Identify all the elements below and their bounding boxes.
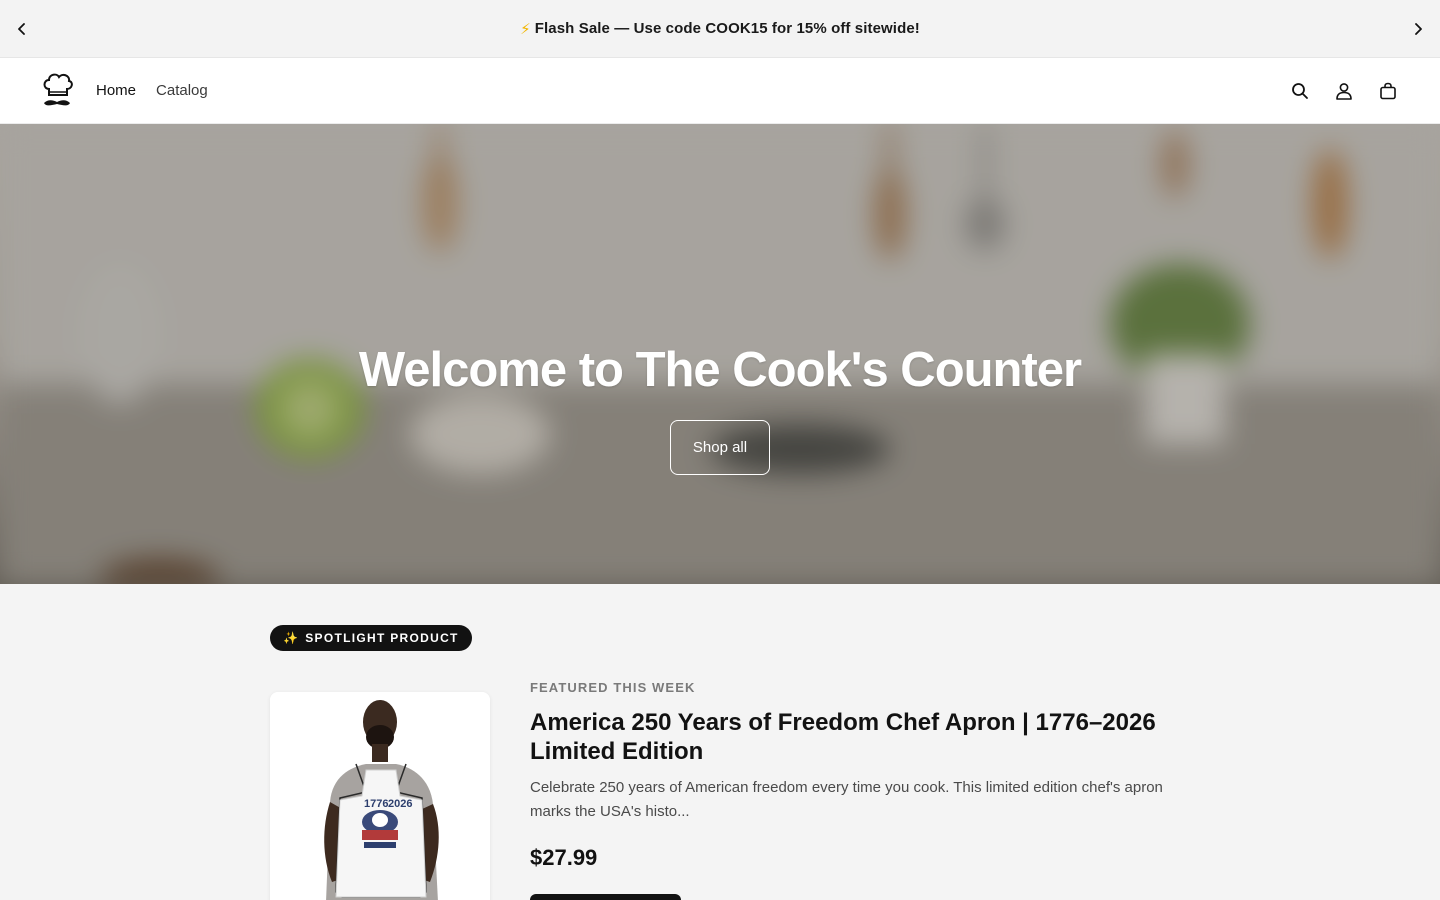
lightning-bolt-icon: ⚡ xyxy=(520,20,531,38)
shop-all-button[interactable]: Shop all xyxy=(670,419,770,475)
chevron-right-icon[interactable] xyxy=(1408,19,1428,39)
product-title[interactable]: America 250 Years of Freedom Chef Apron … xyxy=(530,708,1190,766)
nav-home[interactable]: Home xyxy=(96,82,136,99)
product-image: 1776 2026 xyxy=(270,692,490,900)
main-nav: Home Catalog xyxy=(96,82,208,99)
spotlight-row: 1776 2026 FEATURED THIS WEEK America 250… xyxy=(270,680,1440,900)
featured-eyebrow: FEATURED THIS WEEK xyxy=(530,680,696,695)
sparkles-icon: ✨ xyxy=(283,631,300,645)
svg-text:1776: 1776 xyxy=(364,798,388,810)
spotlight-section: ✨ SPOTLIGHT PRODUCT 1776 2026 FEATURED T… xyxy=(0,584,1440,900)
spotlight-badge-label: SPOTLIGHT PRODUCT xyxy=(305,631,459,645)
cart-icon[interactable] xyxy=(1376,79,1400,103)
header-icons xyxy=(1288,79,1400,103)
hero-title: Welcome to The Cook's Counter xyxy=(358,342,1082,397)
chef-hat-logo-icon[interactable] xyxy=(40,71,74,111)
announcement-text: Flash Sale — Use code COOK15 for 15% off… xyxy=(534,20,920,37)
account-icon[interactable] xyxy=(1332,79,1356,103)
product-price: $27.99 xyxy=(530,845,598,870)
announcement-bar: ⚡ Flash Sale — Use code COOK15 for 15% o… xyxy=(0,0,1440,58)
hero-content: Welcome to The Cook's Counter Shop all xyxy=(0,124,1440,584)
product-info: FEATURED THIS WEEK America 250 Years of … xyxy=(530,680,1190,900)
search-icon[interactable] xyxy=(1288,79,1312,103)
product-description: Celebrate 250 years of American freedom … xyxy=(530,779,1163,820)
svg-text:2026: 2026 xyxy=(388,798,412,810)
nav-catalog[interactable]: Catalog xyxy=(156,82,208,99)
chevron-left-icon[interactable] xyxy=(12,19,32,39)
announcement-message: ⚡ Flash Sale — Use code COOK15 for 15% o… xyxy=(520,20,920,38)
add-to-cart-button[interactable] xyxy=(530,894,681,900)
hero-banner: Welcome to The Cook's Counter Shop all xyxy=(0,124,1440,584)
site-header: Home Catalog xyxy=(0,58,1440,124)
product-image-card[interactable]: 1776 2026 xyxy=(270,692,490,900)
spotlight-badge: ✨ SPOTLIGHT PRODUCT xyxy=(270,625,472,651)
